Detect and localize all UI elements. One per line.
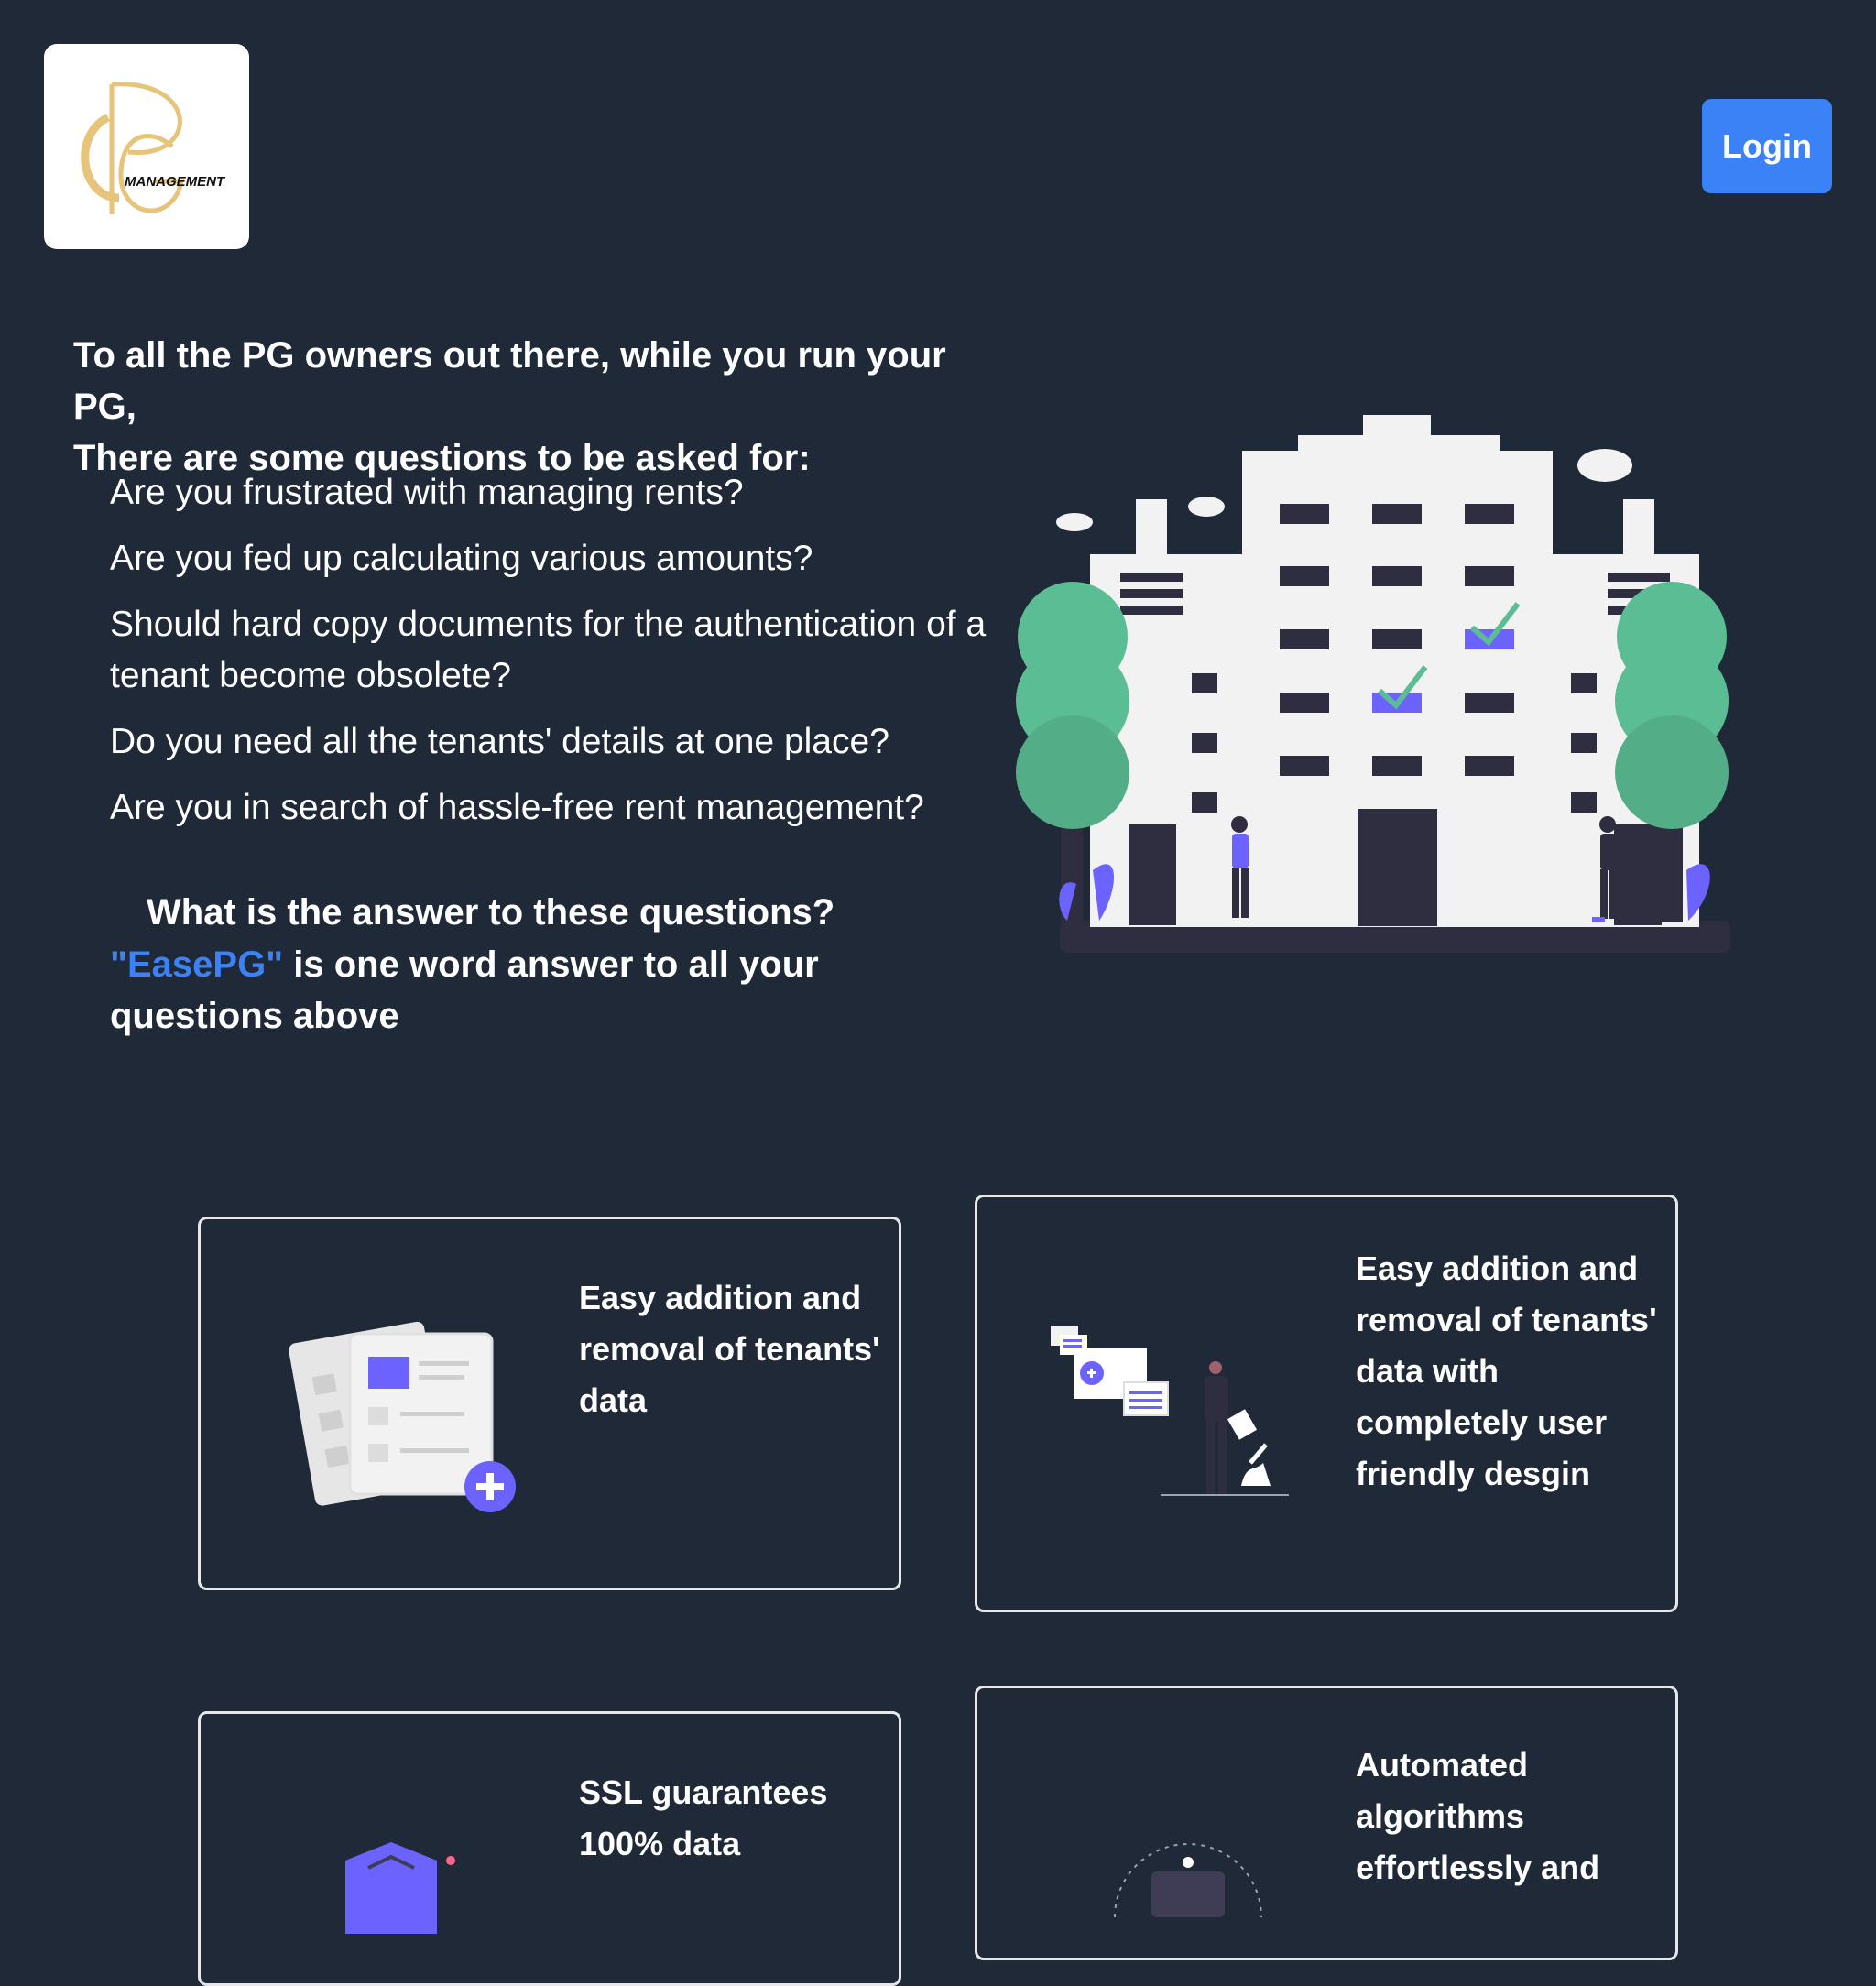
- intro-heading: To all the PG owners out there, while yo…: [73, 330, 1008, 484]
- hero-illustration: [1012, 408, 1731, 957]
- shield-icon: [345, 1842, 455, 1934]
- building-illustration-icon: [1016, 415, 1730, 953]
- feature-card: Easy addition and removal of tenants' da…: [198, 1217, 901, 1590]
- brand-name: "EasePG": [110, 944, 284, 985]
- question-list: Are you frustrated with managing rents? …: [110, 467, 1008, 848]
- pg-logo-icon: MANAGEMENT: [81, 82, 226, 214]
- logo[interactable]: MANAGEMENT: [44, 44, 249, 249]
- answer-text: "EasePG" is one word answer to all your …: [110, 939, 989, 1042]
- logo-text: MANAGEMENT: [125, 174, 226, 190]
- intro-heading-line1: To all the PG owners out there, while yo…: [73, 335, 946, 427]
- documents-add-icon: [289, 1321, 516, 1512]
- feature-card-text: SSL guarantees 100% data: [579, 1773, 828, 1862]
- answer-question: What is the answer to these questions?: [147, 892, 835, 933]
- feature-card-text: Easy addition and removal of tenants' da…: [579, 1279, 880, 1419]
- question-item: Are you in search of hassle-free rent ma…: [110, 788, 924, 827]
- feature-card-text: Easy addition and removal of tenants' da…: [1356, 1249, 1657, 1492]
- question-item: Do you need all the tenants' details at …: [110, 722, 889, 761]
- question-item: Are you fed up calculating various amoun…: [110, 539, 813, 578]
- question-item: Should hard copy documents for the authe…: [110, 605, 987, 695]
- feature-card: Easy addition and removal of tenants' da…: [975, 1195, 1678, 1612]
- automation-icon: [1114, 1843, 1262, 1917]
- question-item: Are you frustrated with managing rents?: [110, 473, 744, 512]
- feature-card-text: Automated algorithms effortlessly and: [1356, 1746, 1600, 1886]
- feature-card: SSL guarantees 100% data: [198, 1711, 901, 1986]
- person-files-icon: [1051, 1326, 1289, 1496]
- feature-card: Automated algorithms effortlessly and: [975, 1686, 1678, 1960]
- login-button[interactable]: Login: [1702, 99, 1832, 193]
